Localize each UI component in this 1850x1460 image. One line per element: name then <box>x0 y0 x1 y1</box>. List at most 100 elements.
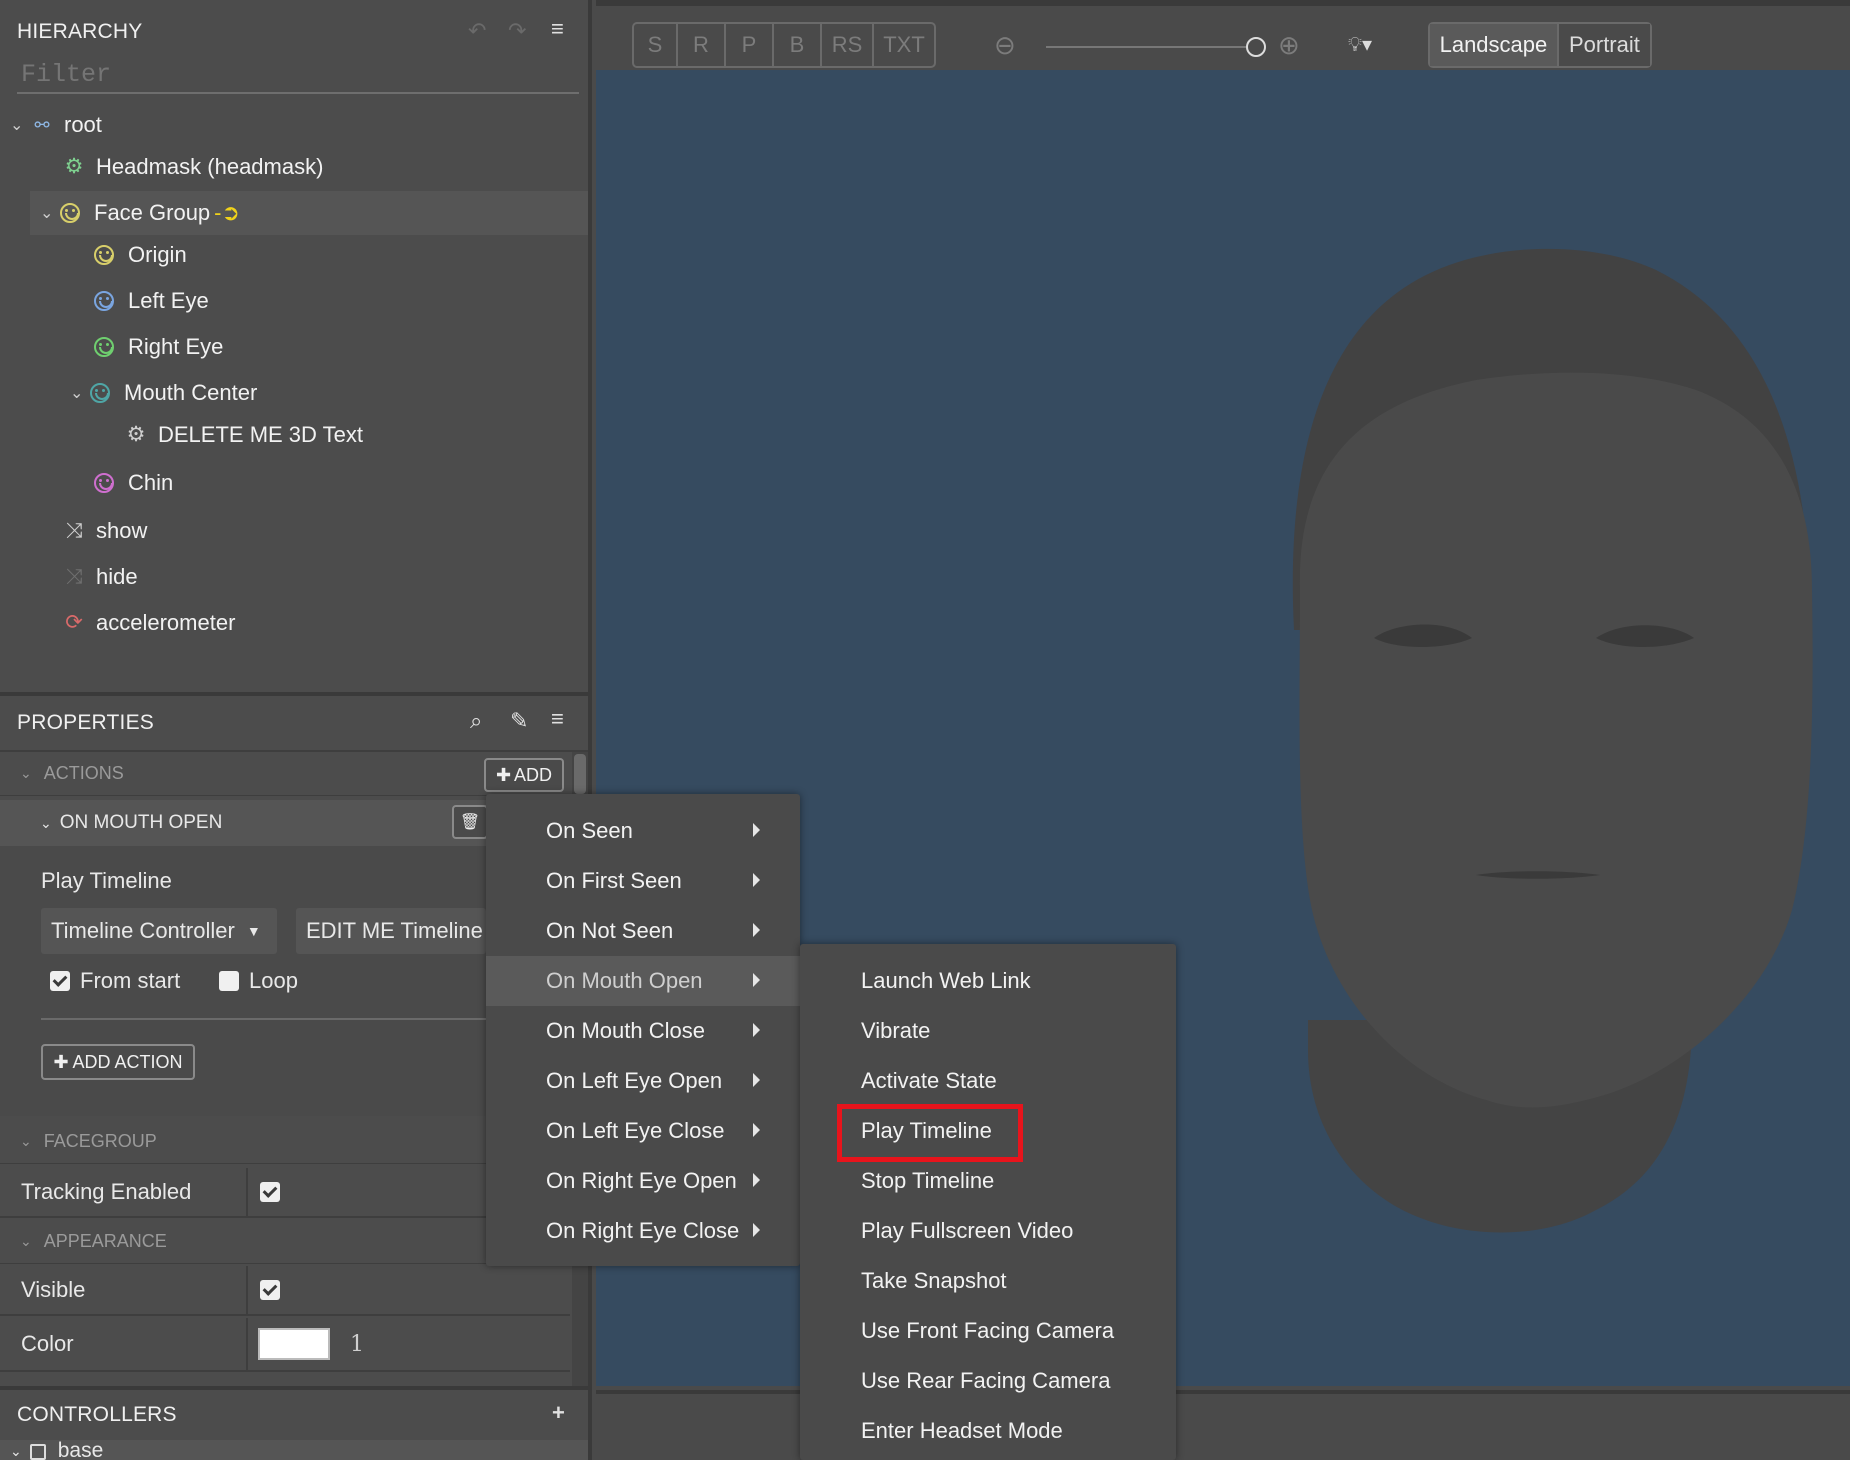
chevron-down-icon[interactable]: ⌄ <box>40 203 60 223</box>
refresh-icon: ⟳ <box>65 611 83 634</box>
tree-item-label: hide <box>96 564 138 589</box>
chevron-down-icon[interactable]: ⌄ <box>70 383 90 403</box>
tree-item-left-eye[interactable]: Left Eye <box>94 279 209 323</box>
redo-icon[interactable]: ↷ <box>508 18 526 44</box>
menu-item-on-left-eye-open[interactable]: On Left Eye Open <box>486 1056 800 1106</box>
chevron-down-icon[interactable]: ⌄ <box>10 115 30 135</box>
menu-item-label: On Seen <box>546 818 633 843</box>
trigger-menu: On Seen On First Seen On Not Seen On Mou… <box>486 794 800 1266</box>
menu-item-play-fullscreen-video[interactable]: Play Fullscreen Video <box>800 1206 1176 1256</box>
menu-item-stop-timeline[interactable]: Stop Timeline <box>800 1156 1176 1206</box>
scrollbar-thumb[interactable] <box>574 754 586 794</box>
tree-item-root[interactable]: ⌄ ⚯ root <box>10 103 102 147</box>
add-action-button[interactable]: ✚ ADD ACTION <box>41 1044 195 1080</box>
tree-item-face-group[interactable]: ⌄ Face Group -➲ <box>30 191 588 235</box>
loop-checkbox[interactable]: Loop <box>219 968 298 994</box>
chevron-down-icon: ⌄ <box>10 1443 22 1459</box>
gear-icon: ⚙ <box>64 155 84 178</box>
submenu-arrow-icon <box>753 1073 760 1087</box>
portrait-button[interactable]: Portrait <box>1558 24 1650 66</box>
action-body: Play Timeline Timeline Controller ▼ EDIT… <box>0 846 570 1116</box>
transform-mode-group: S R P B RS TXT <box>632 22 936 68</box>
tree-item-right-eye[interactable]: Right Eye <box>94 325 223 369</box>
menu-item-take-snapshot[interactable]: Take Snapshot <box>800 1256 1176 1306</box>
undo-icon[interactable]: ↶ <box>468 18 486 44</box>
submenu-arrow-icon <box>753 873 760 887</box>
trash-icon[interactable]: 🗑 <box>452 805 488 839</box>
tree-item-hide[interactable]: ⤨ hide <box>62 555 138 599</box>
visible-checkbox[interactable] <box>260 1280 280 1300</box>
menu-item-on-mouth-close[interactable]: On Mouth Close <box>486 1006 800 1056</box>
zoom-in-icon[interactable]: ⊕ <box>1278 30 1300 61</box>
mode-r-button[interactable]: R <box>678 24 726 66</box>
tree-item-label: Headmask (headmask) <box>96 154 324 179</box>
lightbulb-icon[interactable]: 💡︎▾ <box>1348 32 1372 57</box>
gear-icon: ⚙ <box>126 423 146 446</box>
menu-item-activate-state[interactable]: Activate State <box>800 1056 1176 1106</box>
chevron-down-icon: ⌄ <box>20 1233 32 1249</box>
pencil-icon[interactable]: ✎ <box>510 708 528 734</box>
opacity-value[interactable]: 1 <box>350 1332 364 1357</box>
add-controller-icon[interactable]: + <box>552 1400 565 1426</box>
from-start-checkbox[interactable]: From start <box>50 968 180 994</box>
properties-menu-icon[interactable]: ≡ <box>551 706 564 732</box>
mode-rs-button[interactable]: RS <box>822 24 874 66</box>
tree-item-mouth-center[interactable]: ⌄ Mouth Center <box>70 371 257 415</box>
zoom-out-icon[interactable]: ⊖ <box>994 30 1016 61</box>
search-icon[interactable]: ⌕ <box>470 708 482 734</box>
menu-item-label: Take Snapshot <box>861 1268 1007 1293</box>
menu-item-on-right-eye-close[interactable]: On Right Eye Close <box>486 1206 800 1256</box>
menu-item-on-seen[interactable]: On Seen <box>486 806 800 856</box>
appearance-section-header[interactable]: ⌄ APPEARANCE <box>0 1220 570 1264</box>
mode-p-button[interactable]: P <box>726 24 774 66</box>
submenu-arrow-icon <box>753 973 760 987</box>
timeline-select[interactable]: EDIT ME Timeline <box>296 908 486 954</box>
zoom-slider-thumb[interactable] <box>1246 37 1266 57</box>
tree-item-chin[interactable]: Chin <box>94 461 173 505</box>
face-shape <box>1299 372 1813 1108</box>
action-name: Play Timeline <box>41 868 172 893</box>
facegroup-section-header[interactable]: ⌄ FACEGROUP <box>0 1120 570 1164</box>
hierarchy-menu-icon[interactable]: ≡ <box>551 16 564 42</box>
menu-item-vibrate[interactable]: Vibrate <box>800 1006 1176 1056</box>
add-trigger-button[interactable]: ✚ ADD <box>484 758 564 792</box>
menu-item-label: On Left Eye Close <box>546 1118 725 1143</box>
menu-item-launch-web-link[interactable]: Launch Web Link <box>800 956 1176 1006</box>
menu-item-on-first-seen[interactable]: On First Seen <box>486 856 800 906</box>
checkbox-unchecked-icon[interactable] <box>219 971 239 991</box>
submenu-arrow-icon <box>753 923 760 937</box>
menu-item-on-mouth-open[interactable]: On Mouth Open <box>486 956 800 1006</box>
color-label: Color <box>0 1318 248 1370</box>
mode-txt-button[interactable]: TXT <box>874 24 934 66</box>
tree-item-headmask[interactable]: ⚙ Headmask (headmask) <box>62 145 324 189</box>
controllers-header: CONTROLLERS <box>0 1390 588 1440</box>
menu-item-on-not-seen[interactable]: On Not Seen <box>486 906 800 956</box>
tree-item-label: Origin <box>128 242 187 267</box>
caret-down-icon: ▼ <box>246 923 261 939</box>
mode-b-button[interactable]: B <box>774 24 822 66</box>
menu-item-enter-headset-mode[interactable]: Enter Headset Mode <box>800 1406 1176 1456</box>
chevron-down-icon: ⌄ <box>20 1133 32 1149</box>
tree-item-label: Chin <box>128 470 174 495</box>
controller-item-base[interactable]: ⌄ base <box>0 1440 588 1460</box>
checkbox-checked-icon[interactable] <box>50 971 70 991</box>
menu-item-on-left-eye-close[interactable]: On Left Eye Close <box>486 1106 800 1156</box>
tree-item-delete-me-3d-text[interactable]: ⚙ DELETE ME 3D Text <box>124 413 363 457</box>
face-icon <box>90 383 110 403</box>
controller-select[interactable]: Timeline Controller ▼ <box>41 908 277 954</box>
landscape-button[interactable]: Landscape <box>1430 24 1559 66</box>
menu-item-label: On Left Eye Open <box>546 1068 723 1093</box>
menu-item-use-front-facing-camera[interactable]: Use Front Facing Camera <box>800 1306 1176 1356</box>
mode-s-button[interactable]: S <box>634 24 678 66</box>
tree-item-accelerometer[interactable]: ⟳ accelerometer <box>62 601 235 645</box>
menu-item-use-rear-facing-camera[interactable]: Use Rear Facing Camera <box>800 1356 1176 1406</box>
hierarchy-filter-input[interactable] <box>17 56 579 94</box>
menu-item-label: Stop Timeline <box>861 1168 995 1193</box>
menu-item-on-right-eye-open[interactable]: On Right Eye Open <box>486 1156 800 1206</box>
tree-item-show[interactable]: ⤨ show <box>62 509 148 553</box>
tree-item-origin[interactable]: Origin <box>94 233 187 277</box>
properties-title: PROPERTIES <box>17 711 154 734</box>
color-swatch[interactable] <box>258 1328 330 1360</box>
tracking-enabled-checkbox[interactable] <box>260 1182 280 1202</box>
zoom-slider-track[interactable] <box>1046 46 1252 48</box>
